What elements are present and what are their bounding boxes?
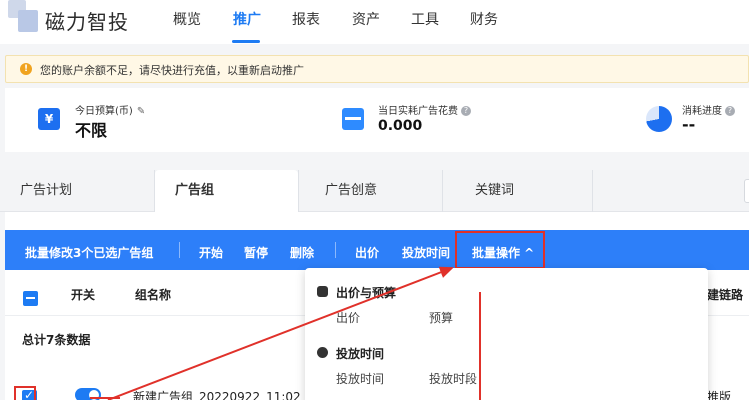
tab-ad-creative[interactable]: 广告创意 (325, 170, 377, 212)
highlight-box (455, 231, 545, 269)
stat-spend-value: 0.000 (378, 118, 423, 134)
total-count: 总计7条数据 (22, 333, 91, 347)
card-icon (342, 108, 364, 130)
wallet-icon: ¥ (38, 108, 60, 130)
notice-text: 您的账户余额不足，请尽快进行充值，以重新启动推广 (40, 64, 304, 77)
pause-button[interactable]: 暂停 (244, 244, 268, 261)
nav-overview[interactable]: 概览 (173, 9, 201, 29)
stat-budget-label: 今日预算(币) ✎ (75, 106, 146, 117)
top-nav: 磁力智投 概览 推广 报表 资产 工具 财务 (0, 0, 749, 44)
stat-progress-value: -- (682, 115, 696, 134)
batch-toolbar: 批量修改3个已选广告组 开始 暂停 删除 出价 投放时间 批量操作 ^ (5, 230, 749, 270)
brand-name: 磁力智投 (45, 10, 129, 34)
tab-divider (592, 170, 593, 212)
logo-icon (6, 0, 38, 34)
menu-group-schedule: 投放时间 (336, 347, 385, 361)
select-all-checkbox[interactable] (23, 291, 38, 306)
row-name[interactable]: 新建广告组_20220922_11:02 (133, 388, 301, 400)
menu-item-budget[interactable]: 预算 (429, 309, 453, 326)
nav-assets[interactable]: 资产 (352, 9, 380, 29)
selection-count: 批量修改3个已选广告组 (25, 246, 154, 260)
clock-icon (317, 347, 328, 358)
tab-ad-plan[interactable]: 广告计划 (20, 170, 72, 212)
balance-notice: ! 您的账户余额不足，请尽快进行充值，以重新启动推广 (5, 55, 749, 83)
tab-bar: 广告计划 广告组 广告创意 关键词 (0, 170, 749, 212)
highlight-box (14, 386, 36, 400)
tab-ad-group[interactable]: 广告组 (155, 170, 298, 212)
help-icon[interactable]: ? (725, 106, 735, 116)
warning-icon: ! (20, 63, 32, 75)
coin-stack-icon (317, 286, 328, 297)
nav-promotion[interactable]: 推广 (233, 9, 261, 29)
delete-button[interactable]: 删除 (290, 244, 314, 261)
edit-icon[interactable]: ✎ (137, 106, 145, 117)
toolbar-divider (179, 242, 180, 258)
batch-operations-menu: 出价与预算 出价 预算 投放时间 投放时间 投放时段 (305, 268, 708, 400)
nav-reports[interactable]: 报表 (292, 9, 320, 29)
nav-finance[interactable]: 财务 (470, 9, 498, 29)
tab-divider (442, 170, 443, 212)
menu-group-bid-budget: 出价与预算 (336, 286, 397, 300)
schedule-button[interactable]: 投放时间 (402, 244, 450, 261)
tab-scroll-button[interactable] (744, 179, 749, 203)
stats-panel: ¥ 今日预算(币) ✎ 不限 当日实耗广告花费? 0.000 消耗进度? -- (5, 88, 749, 152)
menu-item-bid[interactable]: 出价 (336, 309, 360, 326)
tab-divider (298, 170, 299, 212)
nav-active-indicator (232, 40, 260, 43)
help-icon[interactable]: ? (461, 106, 471, 116)
menu-item-schedule[interactable]: 投放时间 (336, 370, 384, 387)
stat-budget-value: 不限 (75, 121, 108, 140)
row-switch[interactable] (75, 388, 101, 400)
tab-keywords[interactable]: 关键词 (475, 170, 514, 212)
nav-tools[interactable]: 工具 (411, 9, 439, 29)
header-link: 建链路 (707, 288, 744, 302)
row-link: 推版 (707, 390, 732, 400)
stat-spend-label: 当日实耗广告花费? (378, 102, 471, 117)
menu-item-time-slot[interactable]: 投放时段 (429, 370, 477, 387)
pie-icon (646, 106, 672, 132)
header-switch: 开关 (71, 288, 96, 302)
bid-button[interactable]: 出价 (355, 244, 379, 261)
toolbar-divider (335, 242, 336, 258)
start-button[interactable]: 开始 (199, 244, 223, 261)
header-name: 组名称 (135, 288, 172, 302)
